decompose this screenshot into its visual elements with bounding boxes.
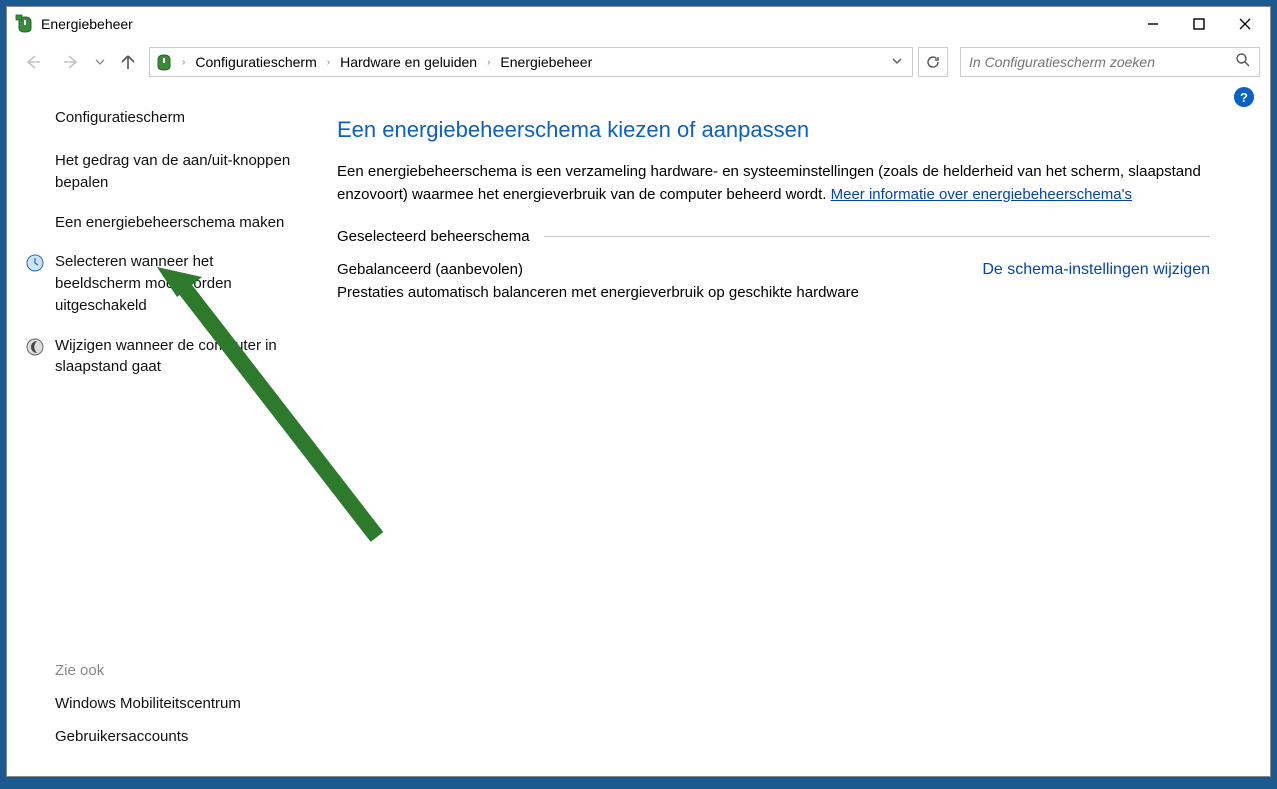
close-button[interactable] (1222, 7, 1268, 41)
page-title: Een energiebeheerschema kiezen of aanpas… (337, 117, 1210, 143)
search-icon[interactable] (1235, 52, 1251, 73)
selected-plan-section-label: Geselecteerd beheerschema (337, 228, 530, 245)
breadcrumb-dropdown-icon[interactable] (892, 53, 902, 71)
refresh-button[interactable] (918, 47, 948, 77)
see-also-heading: Zie ook (55, 662, 293, 679)
see-also-link-mobility[interactable]: Windows Mobiliteitscentrum (55, 693, 293, 715)
breadcrumb-item-hardware[interactable]: Hardware en geluiden (336, 52, 481, 72)
help-icon[interactable]: ? (1234, 87, 1254, 107)
breadcrumb-bar[interactable]: › Configuratiescherm › Hardware en gelui… (149, 47, 913, 77)
nav-history-dropdown[interactable] (93, 57, 107, 67)
nav-back-button[interactable] (17, 48, 49, 76)
chevron-right-icon: › (321, 57, 336, 68)
app-icon (15, 14, 35, 34)
sidebar-link-sleep[interactable]: Wijzigen wanneer de computer in slaapsta… (55, 335, 293, 379)
sidebar-item-label: Selecteren wanneer het beeldscherm moet … (55, 253, 232, 314)
search-input-container[interactable] (960, 47, 1260, 77)
sidebar-link-display-off[interactable]: Selecteren wanneer het beeldscherm moet … (55, 251, 293, 316)
minimize-button[interactable] (1130, 7, 1176, 41)
page-description: Een energiebeheerschema is een verzameli… (337, 161, 1210, 206)
nav-forward-button[interactable] (55, 48, 87, 76)
chevron-right-icon: › (481, 57, 496, 68)
breadcrumb-item-energiebeheer[interactable]: Energiebeheer (496, 52, 596, 72)
breadcrumb-icon (154, 52, 174, 72)
maximize-button[interactable] (1176, 7, 1222, 41)
change-plan-settings-link[interactable]: De schema-instellingen wijzigen (982, 261, 1210, 278)
section-divider (544, 236, 1210, 237)
plan-name: Gebalanceerd (aanbevolen) (337, 261, 982, 278)
main-content: Een energiebeheerschema kiezen of aanpas… (317, 107, 1270, 760)
moon-icon (25, 337, 45, 357)
navigation-bar: › Configuratiescherm › Hardware en gelui… (7, 41, 1270, 83)
sidebar-link-create-plan[interactable]: Een energiebeheerschema maken (55, 212, 293, 234)
title-bar: Energiebeheer (7, 7, 1270, 41)
clock-icon (25, 253, 45, 273)
sidebar-item-label: Wijzigen wanneer de computer in slaapsta… (55, 337, 277, 376)
nav-up-button[interactable] (113, 49, 143, 75)
window-title: Energiebeheer (41, 16, 1130, 32)
chevron-right-icon: › (176, 57, 191, 68)
see-also-link-accounts[interactable]: Gebruikersaccounts (55, 726, 293, 748)
plan-description: Prestaties automatisch balanceren met en… (337, 284, 982, 301)
sidebar: Configuratiescherm Het gedrag van de aan… (7, 107, 317, 760)
breadcrumb-item-configuratiescherm[interactable]: Configuratiescherm (191, 52, 320, 72)
search-input[interactable] (969, 54, 1235, 70)
more-info-link[interactable]: Meer informatie over energiebeheerschema… (831, 186, 1132, 203)
sidebar-link-power-buttons[interactable]: Het gedrag van de aan/uit-knoppen bepale… (55, 150, 293, 194)
control-panel-home-link[interactable]: Configuratiescherm (55, 109, 293, 126)
